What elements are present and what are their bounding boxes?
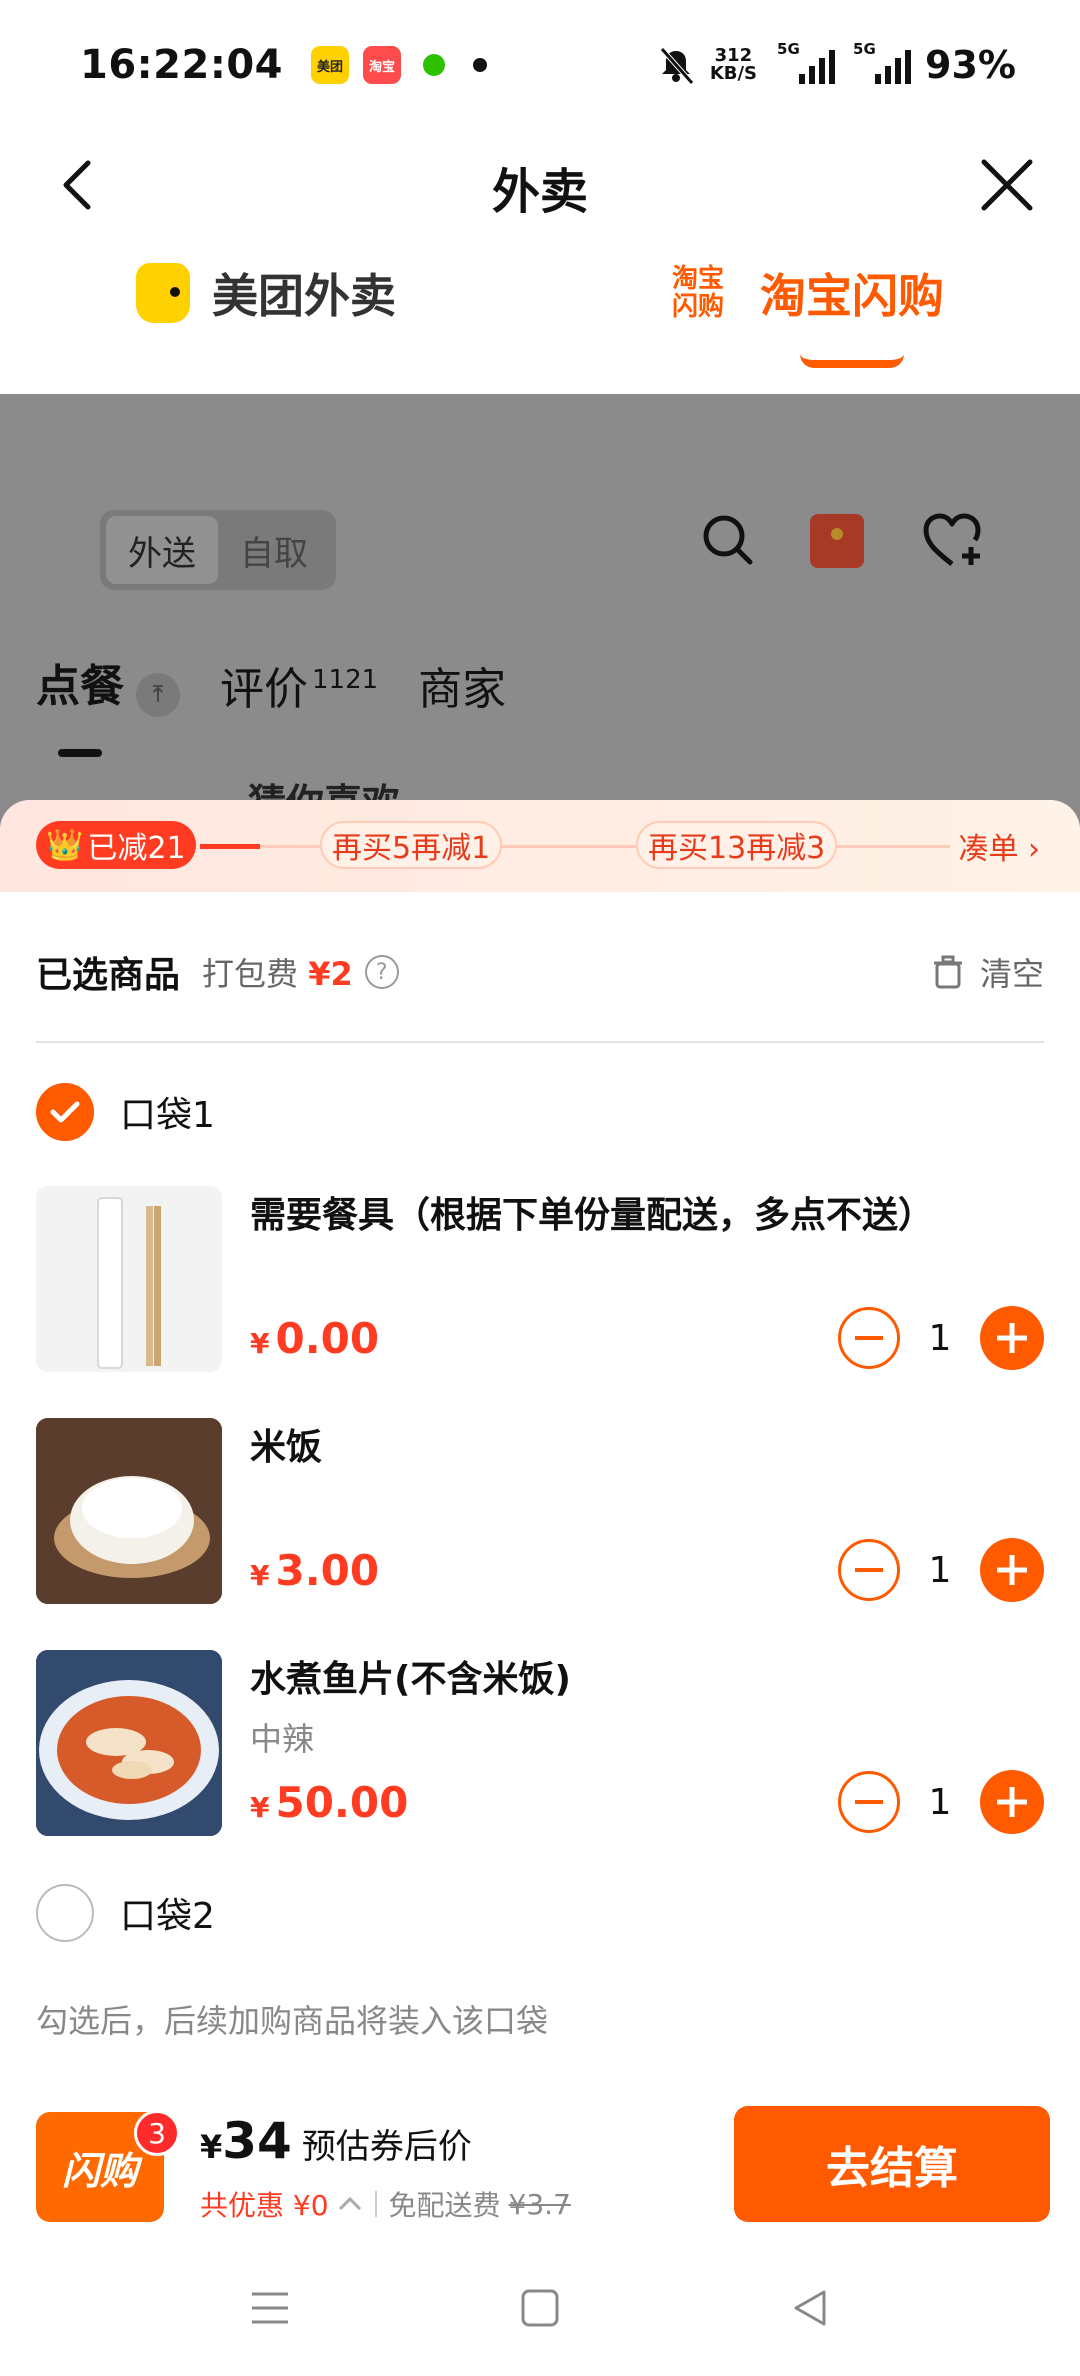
- item-name: 需要餐具（根据下单份量配送，多点不送）: [250, 1195, 935, 1236]
- bag-2[interactable]: 口袋2: [36, 1881, 215, 1945]
- tab-taobao-label: 淘宝闪购: [760, 269, 944, 323]
- background-overlay[interactable]: 外送 自取 点餐⤒ 评价1121 商家 猜你喜欢: [0, 394, 1080, 844]
- item-image-utensils[interactable]: [36, 1186, 222, 1372]
- active-tab-indicator: [800, 354, 904, 368]
- cart-count-badge: 3: [134, 2110, 180, 2156]
- red-packet-icon[interactable]: [808, 512, 866, 570]
- favorite-add-icon[interactable]: [922, 512, 984, 570]
- status-bar: 16:22:04 美团 淘宝 312 KB/S 5G 5G 93%: [0, 0, 1080, 130]
- tab-reviews[interactable]: 评价 1121: [220, 653, 378, 717]
- item-quantity: 1: [928, 1781, 952, 1823]
- progress-track: [200, 845, 950, 848]
- close-icon[interactable]: [974, 152, 1040, 218]
- divider: [36, 1041, 1044, 1043]
- chevron-up-icon: [338, 2196, 361, 2211]
- item-image-fish[interactable]: [36, 1650, 222, 1836]
- menu-icon[interactable]: [250, 2290, 290, 2326]
- page-title: 外卖: [491, 164, 588, 220]
- quantity-stepper: 1: [838, 1538, 1044, 1602]
- decrease-button[interactable]: [838, 1307, 900, 1369]
- selected-items-header: 已选商品 打包费 ¥2 ? 清空: [36, 940, 1044, 1004]
- decrease-button[interactable]: [838, 1539, 900, 1601]
- free-delivery-label: 免配送费: [388, 2189, 501, 2222]
- item-image-rice[interactable]: [36, 1418, 222, 1604]
- bag-2-label: 口袋2: [120, 1896, 215, 1937]
- bag-1-label: 口袋1: [120, 1095, 215, 1136]
- price-breakdown[interactable]: 共优惠 ¥0 免配送费 ¥3.7: [200, 2184, 571, 2224]
- tab-meituan-label: 美团外卖: [212, 269, 396, 323]
- back-nav-icon[interactable]: [790, 2288, 830, 2328]
- platform-tabs: 美团外卖 淘宝闪购 淘宝闪购: [0, 250, 1080, 390]
- total-price: ¥ 34 预估券后价: [200, 2112, 472, 2170]
- delivery-mode-toggle: 外送 自取: [100, 510, 336, 590]
- notification-icons: 美团 淘宝: [310, 46, 487, 84]
- item-spec: 中辣: [250, 1720, 315, 1758]
- network-speed: 312 KB/S: [709, 45, 758, 84]
- checkout-button[interactable]: 去结算: [734, 2106, 1050, 2222]
- quantity-stepper: 1: [838, 1770, 1044, 1834]
- crown-icon: 👑: [46, 827, 84, 863]
- original-delivery-fee: ¥3.7: [508, 2187, 571, 2221]
- increase-button[interactable]: [980, 1306, 1044, 1370]
- pin-top-icon[interactable]: ⤒: [136, 672, 180, 717]
- item-name: 水煮鱼片(不含米饭): [250, 1659, 571, 1700]
- item-price: ¥3.00: [250, 1546, 380, 1595]
- discount-text: 共优惠 ¥0: [200, 2189, 329, 2222]
- taobao-shangou-logo: 淘宝闪购: [672, 264, 725, 322]
- meituan-app-icon: 美团: [310, 46, 349, 84]
- item-quantity: 1: [928, 1549, 952, 1591]
- cart-sheet: 👑 已减21 再买5再减1 再买13再减3 凑单 › 已选商品 打包费 ¥2 ?…: [0, 800, 1080, 2096]
- selected-items-title: 已选商品: [36, 955, 181, 996]
- bag-1[interactable]: 口袋1: [36, 1080, 215, 1144]
- item-name: 米饭: [250, 1427, 323, 1468]
- bag-1-checkbox[interactable]: [36, 1083, 94, 1141]
- cart-item: 米饭 ¥3.00 1: [36, 1418, 1044, 1608]
- trash-icon: [933, 955, 962, 989]
- promo-step-2: 再买13再减3: [636, 821, 838, 869]
- more-notifications-dot: [472, 58, 487, 72]
- collect-order-link[interactable]: 凑单 ›: [958, 824, 1040, 868]
- tab-order[interactable]: 点餐 ⤒: [36, 650, 180, 756]
- mode-pickup[interactable]: 自取: [218, 526, 330, 575]
- home-icon[interactable]: [520, 2288, 560, 2328]
- packing-fee: 打包费 ¥2: [202, 955, 353, 993]
- increase-button[interactable]: [980, 1770, 1044, 1834]
- progress-fill: [200, 844, 260, 849]
- cart-item: 水煮鱼片(不含米饭) 中辣 ¥50.00 1: [36, 1650, 1044, 1840]
- header: 外卖: [0, 130, 1080, 240]
- bag-hint: 勾选后，后续加购商品将装入该口袋: [36, 2002, 549, 2040]
- status-time: 16:22:04: [80, 42, 283, 88]
- battery-level: 93%: [925, 43, 1016, 87]
- item-price: ¥50.00: [250, 1778, 409, 1827]
- promo-progress-bar: 👑 已减21 再买5再减1 再买13再减3 凑单 ›: [0, 800, 1080, 892]
- item-quantity: 1: [928, 1317, 952, 1359]
- chevron-right-icon: ›: [1028, 832, 1040, 867]
- checkout-bar: 闪购 3 ¥ 34 预估券后价 共优惠 ¥0 免配送费 ¥3.7 去结算: [0, 2080, 1080, 2240]
- search-icon[interactable]: [700, 512, 756, 568]
- item-price: ¥0.00: [250, 1314, 380, 1363]
- tab-meituan[interactable]: 美团外卖: [136, 260, 396, 326]
- quantity-stepper: 1: [838, 1306, 1044, 1370]
- cart-item: 需要餐具（根据下单份量配送，多点不送） ¥0.00 1: [36, 1186, 1044, 1376]
- tab-merchant[interactable]: 商家: [418, 653, 506, 717]
- promo-achieved: 👑 已减21: [36, 821, 196, 869]
- tab-taobao-shangou[interactable]: 淘宝闪购 淘宝闪购: [672, 260, 944, 326]
- review-count: 1121: [312, 664, 379, 695]
- decrease-button[interactable]: [838, 1771, 900, 1833]
- system-nav-bar: [0, 2240, 1080, 2376]
- signal-icon-2: 5G: [853, 40, 912, 84]
- bag-2-checkbox[interactable]: [36, 1884, 94, 1942]
- store-tabs: 点餐 ⤒ 评价 1121 商家: [36, 650, 506, 756]
- check-icon: [50, 1101, 80, 1123]
- wechat-app-icon: [414, 46, 453, 84]
- clear-cart-button[interactable]: 清空: [932, 949, 1044, 995]
- mute-bell-icon: [659, 47, 694, 85]
- increase-button[interactable]: [980, 1538, 1044, 1602]
- meituan-logo-icon: [136, 263, 190, 323]
- signal-icon: 5G: [777, 40, 836, 84]
- taobao-app-icon: 淘宝: [362, 46, 401, 84]
- mode-delivery[interactable]: 外送: [106, 516, 218, 584]
- promo-step-1: 再买5再减1: [320, 821, 503, 869]
- help-icon[interactable]: ?: [364, 955, 399, 989]
